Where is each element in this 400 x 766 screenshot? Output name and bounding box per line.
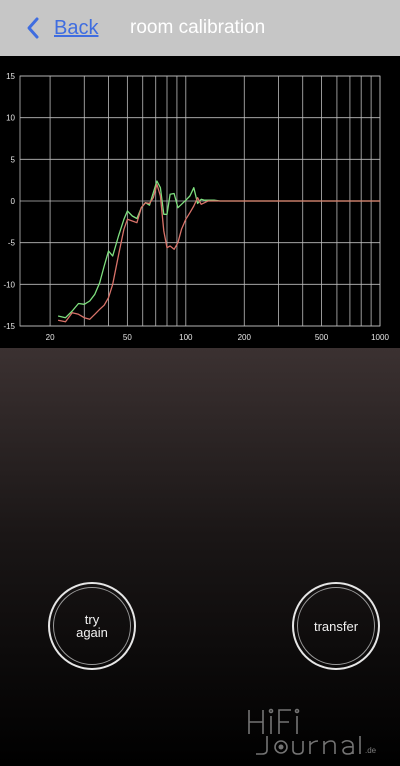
x-tick-label: 500 (315, 333, 329, 342)
y-tick-label: 0 (11, 197, 16, 206)
back-button[interactable]: Back (26, 14, 98, 42)
x-tick-label: 100 (179, 333, 193, 342)
try-again-button[interactable]: try again (48, 582, 136, 670)
try-again-label: try again (76, 612, 108, 640)
transfer-label: transfer (313, 618, 359, 634)
y-tick-label: 10 (6, 114, 15, 123)
y-tick-label: 15 (6, 72, 15, 81)
chart-svg: 151050-5-10-1520 50 100 200 500 1000 (3, 72, 389, 342)
x-tick-label: 50 (123, 333, 132, 342)
x-tick-label: 1000 (371, 333, 389, 342)
page-title: room calibration (130, 17, 266, 38)
hifi-journal-logo: .de (248, 708, 377, 755)
y-tick-label: -5 (8, 239, 16, 248)
header-bar: Back room calibration (0, 0, 400, 56)
chevron-left-icon (27, 17, 39, 39)
transfer-button[interactable]: transfer (292, 582, 380, 670)
x-tick-label: 200 (238, 333, 252, 342)
frequency-response-chart: 15 10 5 0 -5 -10 -15 20 50 100 200 500 1000 (0, 56, 400, 348)
lower-panel (0, 348, 400, 766)
y-tick-label: 5 (11, 155, 16, 164)
y-tick-label: -10 (3, 280, 15, 289)
y-tick-label: -15 (3, 322, 15, 331)
x-tick-label: 20 (46, 333, 55, 342)
back-label: Back (54, 16, 99, 39)
series-line-2 (57, 183, 380, 323)
svg-text:.de: .de (365, 746, 377, 755)
